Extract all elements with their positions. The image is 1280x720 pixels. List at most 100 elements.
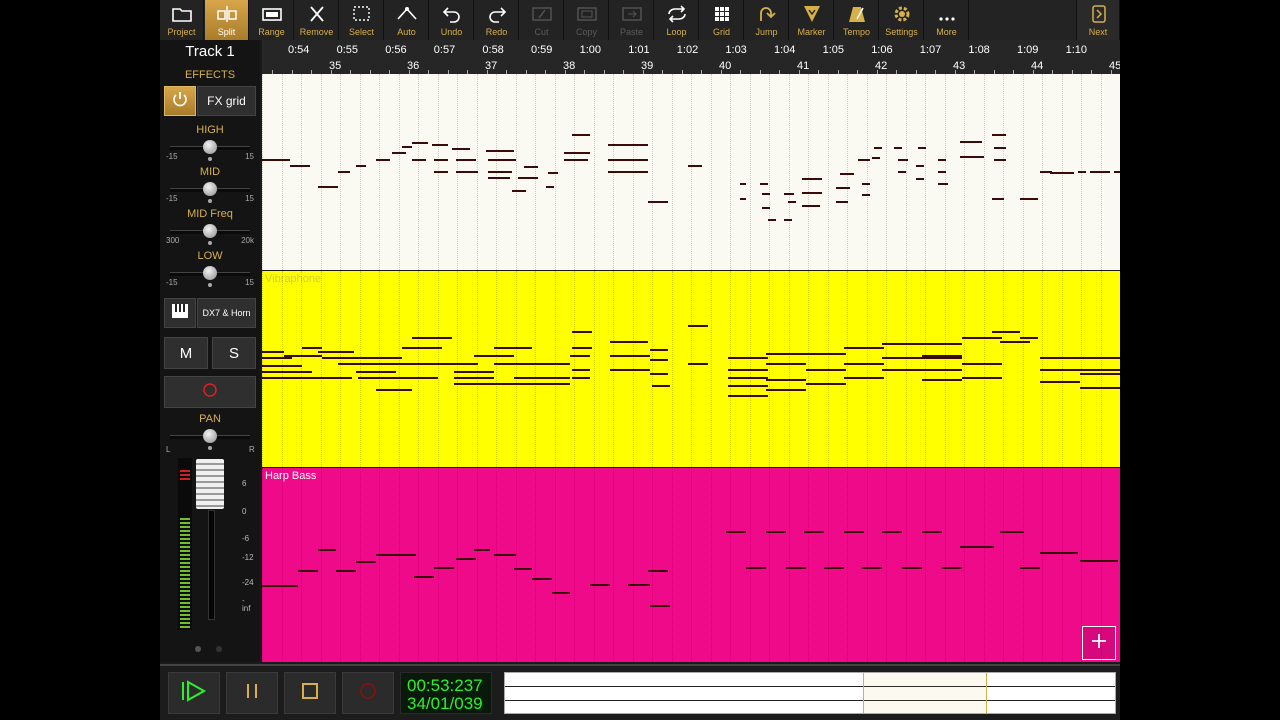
midi-note[interactable] xyxy=(806,353,846,355)
midi-note[interactable] xyxy=(994,159,1006,161)
midi-note[interactable] xyxy=(494,347,532,349)
midi-note[interactable] xyxy=(992,198,1004,200)
midi-note[interactable] xyxy=(922,379,962,381)
midi-note[interactable] xyxy=(1040,381,1080,383)
midi-note[interactable] xyxy=(648,201,668,203)
midi-note[interactable] xyxy=(994,147,1006,149)
midi-note[interactable] xyxy=(784,193,794,195)
paste-button[interactable]: Paste xyxy=(610,0,654,40)
redo-button[interactable]: Redo xyxy=(475,0,519,40)
midi-note[interactable] xyxy=(548,172,558,174)
midi-note[interactable] xyxy=(590,584,610,586)
midi-note[interactable] xyxy=(376,554,416,556)
track-lane-harp-bass[interactable]: Harp Bass xyxy=(262,468,1120,662)
midi-note[interactable] xyxy=(960,156,984,158)
midi-note[interactable] xyxy=(894,147,902,149)
midi-note[interactable] xyxy=(844,377,884,379)
midi-note[interactable] xyxy=(456,171,478,173)
midi-note[interactable] xyxy=(802,178,822,180)
midi-note[interactable] xyxy=(728,357,768,359)
midi-note[interactable] xyxy=(938,171,946,173)
midi-note[interactable] xyxy=(872,157,880,159)
jump-button[interactable]: Jump xyxy=(745,0,789,40)
midi-note[interactable] xyxy=(992,134,1006,136)
track-lane-vibraphone[interactable]: Vibraphone xyxy=(262,271,1120,467)
midi-note[interactable] xyxy=(802,205,820,207)
midi-note[interactable] xyxy=(766,389,806,391)
midi-note[interactable] xyxy=(762,193,770,195)
midi-note[interactable] xyxy=(488,159,516,161)
midi-note[interactable] xyxy=(262,585,298,587)
mute-button[interactable]: M xyxy=(164,337,208,369)
volume-fader-handle[interactable] xyxy=(196,459,224,509)
midi-note[interactable] xyxy=(1040,369,1120,371)
midi-note[interactable] xyxy=(262,377,352,379)
midi-note[interactable] xyxy=(322,357,402,359)
midi-note[interactable] xyxy=(610,369,650,371)
midi-note[interactable] xyxy=(608,159,648,161)
midi-note[interactable] xyxy=(262,365,302,367)
tempo-button[interactable]: Tempo xyxy=(835,0,879,40)
midi-note[interactable] xyxy=(290,165,310,167)
effects-power-button[interactable] xyxy=(164,86,196,116)
midi-note[interactable] xyxy=(412,142,428,144)
midi-note[interactable] xyxy=(726,531,746,533)
midi-note[interactable] xyxy=(434,171,448,173)
midi-note[interactable] xyxy=(524,166,538,168)
midi-note[interactable] xyxy=(938,159,946,161)
midi-note[interactable] xyxy=(844,363,884,365)
eq-mid-freq-slider[interactable]: 300 20k xyxy=(166,223,254,249)
midi-note[interactable] xyxy=(488,177,510,179)
midi-note[interactable] xyxy=(318,186,338,188)
midi-note[interactable] xyxy=(862,194,870,196)
midi-note[interactable] xyxy=(414,576,434,578)
midi-note[interactable] xyxy=(514,568,532,570)
midi-note[interactable] xyxy=(728,369,768,371)
midi-note[interactable] xyxy=(486,150,514,152)
midi-note[interactable] xyxy=(962,363,1002,365)
midi-note[interactable] xyxy=(392,152,406,154)
midi-note[interactable] xyxy=(564,152,590,154)
midi-note[interactable] xyxy=(1050,172,1074,174)
midi-note[interactable] xyxy=(262,159,290,161)
midi-note[interactable] xyxy=(728,395,768,397)
remove-button[interactable]: Remove xyxy=(295,0,339,40)
midi-note[interactable] xyxy=(882,343,962,345)
track-lane-1[interactable] xyxy=(262,74,1120,270)
midi-note[interactable] xyxy=(922,531,942,533)
copy-button[interactable]: Copy xyxy=(565,0,609,40)
song-overview[interactable] xyxy=(504,672,1116,714)
grid-button[interactable]: Grid xyxy=(700,0,744,40)
midi-note[interactable] xyxy=(456,558,476,560)
midi-note[interactable] xyxy=(434,159,448,161)
midi-note[interactable] xyxy=(452,148,470,150)
midi-note[interactable] xyxy=(1000,341,1030,343)
range-button[interactable]: Range xyxy=(250,0,294,40)
add-track-button[interactable] xyxy=(1082,626,1116,660)
midi-note[interactable] xyxy=(688,363,708,365)
midi-note[interactable] xyxy=(788,201,796,203)
midi-note[interactable] xyxy=(570,355,590,357)
midi-note[interactable] xyxy=(942,567,962,569)
midi-note[interactable] xyxy=(356,165,366,167)
midi-note[interactable] xyxy=(572,369,590,371)
midi-note[interactable] xyxy=(806,383,846,385)
midi-note[interactable] xyxy=(802,192,822,194)
midi-note[interactable] xyxy=(766,379,806,381)
midi-note[interactable] xyxy=(874,147,882,149)
pause-button[interactable] xyxy=(226,672,278,714)
track-name[interactable]: Track 1 xyxy=(160,43,260,60)
instrument-icon-button[interactable] xyxy=(164,298,196,328)
midi-note[interactable] xyxy=(564,159,588,161)
midi-note[interactable] xyxy=(514,377,570,379)
midi-note[interactable] xyxy=(844,347,884,349)
fx-grid-button[interactable]: FX grid xyxy=(197,86,256,116)
midi-note[interactable] xyxy=(992,331,1020,333)
midi-note[interactable] xyxy=(858,159,870,161)
project-button[interactable]: Project xyxy=(160,0,204,40)
midi-note[interactable] xyxy=(740,198,746,200)
midi-note[interactable] xyxy=(760,183,768,185)
play-button[interactable] xyxy=(168,672,220,714)
midi-note[interactable] xyxy=(546,186,554,188)
midi-note[interactable] xyxy=(960,141,982,143)
